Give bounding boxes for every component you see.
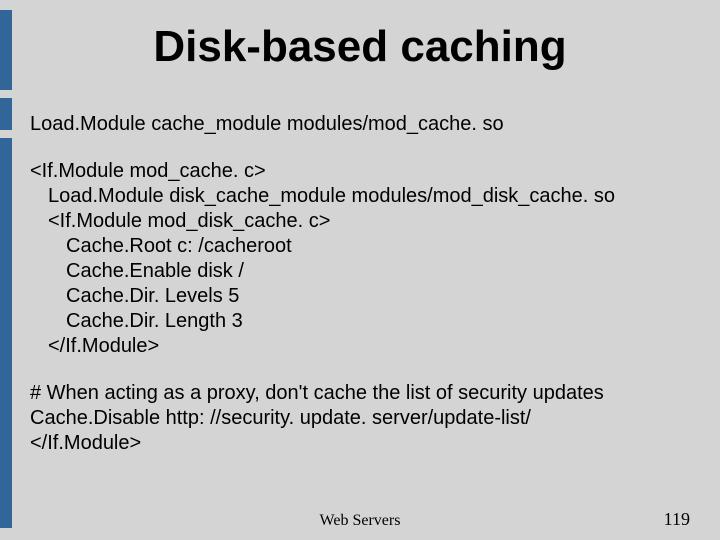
config-line: Cache.Dir. Length 3 bbox=[30, 309, 690, 334]
config-line: Cache.Dir. Levels 5 bbox=[30, 284, 690, 309]
config-line: <If.Module mod_disk_cache. c> bbox=[30, 209, 690, 234]
footer-label: Web Servers bbox=[0, 512, 720, 530]
slide-body: Load.Module cache_module modules/mod_cac… bbox=[30, 112, 690, 456]
accent-bar-mid bbox=[0, 98, 12, 130]
config-line: </If.Module> bbox=[30, 334, 690, 359]
config-line: Load.Module cache_module modules/mod_cac… bbox=[30, 112, 690, 137]
config-line: # When acting as a proxy, don't cache th… bbox=[30, 381, 690, 406]
config-line: Cache.Enable disk / bbox=[30, 259, 690, 284]
config-line: Cache.Disable http: //security. update. … bbox=[30, 406, 690, 431]
slide-title: Disk-based caching bbox=[0, 22, 720, 72]
config-line: Load.Module disk_cache_module modules/mo… bbox=[30, 184, 690, 209]
config-line: Cache.Root c: /cacheroot bbox=[30, 234, 690, 259]
accent-bar-bottom bbox=[0, 138, 12, 528]
config-line: <If.Module mod_cache. c> bbox=[30, 159, 690, 184]
config-line: </If.Module> bbox=[30, 431, 690, 456]
page-number: 119 bbox=[664, 509, 690, 530]
